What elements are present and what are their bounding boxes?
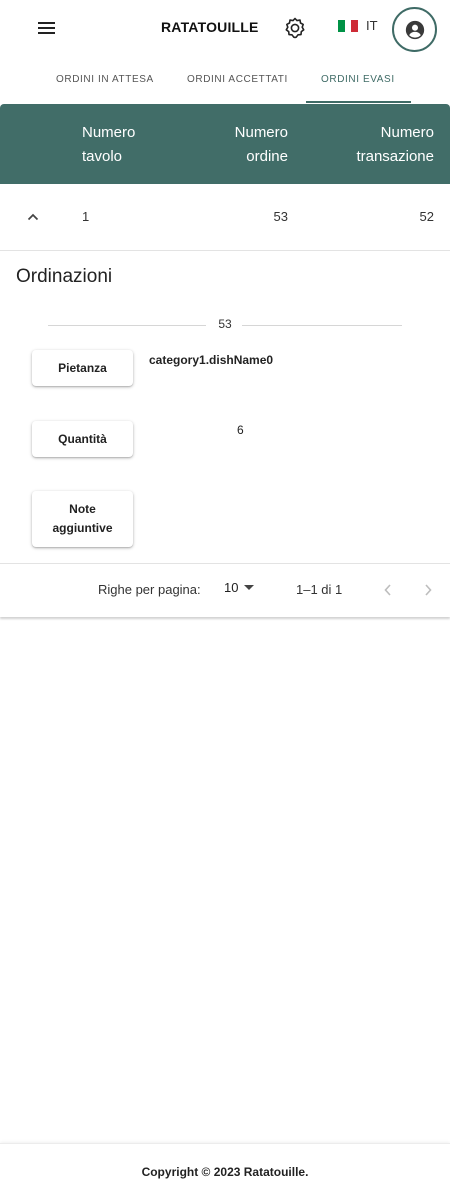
tab-ordini-evasi[interactable]: ORDINI EVASI	[321, 74, 395, 85]
chip-label-line: aggiuntive	[52, 521, 113, 535]
rows-per-page-value: 10	[224, 580, 239, 595]
table-row: 1 53 52	[0, 184, 450, 251]
cell-numero-tavolo: 1	[82, 209, 90, 224]
column-header-line: tavolo	[82, 148, 123, 165]
account-circle-icon	[405, 20, 424, 39]
language-code: IT	[366, 18, 378, 33]
order-number-divider-label: 53	[218, 317, 232, 331]
column-header-line: ordine	[246, 148, 288, 165]
flag-stripe-white	[344, 19, 352, 32]
quantita-value: 6	[237, 423, 244, 437]
cell-numero-ordine: 53	[273, 209, 288, 224]
italy-flag-icon	[338, 19, 359, 32]
note-aggiuntive-label-button[interactable]: Note aggiuntive	[32, 491, 133, 547]
column-header-line: transazione	[356, 148, 434, 165]
copyright-text: Copyright © 2023 Ratatouille.	[141, 1165, 309, 1179]
active-tab-indicator	[306, 101, 411, 103]
rows-per-page-label: Righe per pagina:	[98, 582, 201, 597]
column-header-numero-ordine[interactable]: Numero ordine	[235, 121, 288, 169]
account-button[interactable]	[392, 7, 437, 52]
quantita-label-button[interactable]: Quantità	[32, 421, 133, 457]
flag-stripe-green	[338, 19, 345, 32]
pagination-range: 1–1 di 1	[296, 582, 343, 597]
table-pagination: Righe per pagina: 10 1–1 di 1	[0, 563, 450, 617]
pietanza-label-button[interactable]: Pietanza	[32, 350, 133, 386]
next-page-chevron-right-icon[interactable]	[421, 582, 435, 598]
divider-line-left	[48, 325, 206, 326]
tab-ordini-in-attesa[interactable]: ORDINI IN ATTESA	[56, 74, 154, 85]
chip-label: Pietanza	[58, 360, 107, 375]
chip-label: Quantità	[58, 431, 107, 446]
previous-page-chevron-left-icon[interactable]	[381, 582, 395, 598]
divider-line-right	[242, 325, 402, 326]
app-header: RATATOUILLE IT	[0, 0, 450, 56]
app-title: RATATOUILLE	[161, 19, 259, 35]
cell-numero-transazione: 52	[419, 209, 434, 224]
flag-stripe-red	[351, 19, 359, 32]
page-footer: Copyright © 2023 Ratatouille.	[0, 1143, 450, 1200]
pietanza-value: category1.dishName0	[149, 353, 274, 367]
tab-ordini-accettati[interactable]: ORDINI ACCETTATI	[187, 74, 288, 85]
column-header-line: Numero	[82, 124, 136, 141]
language-selector[interactable]: IT	[338, 18, 378, 33]
gear-icon[interactable]	[283, 16, 307, 40]
column-header-numero-tavolo[interactable]: Numero tavolo	[82, 121, 135, 169]
order-status-tabs: ORDINI IN ATTESA ORDINI ACCETTATI ORDINI…	[0, 64, 450, 104]
column-header-line: Numero	[380, 124, 434, 141]
hamburger-menu-icon[interactable]	[37, 20, 57, 36]
dropdown-arrow-icon	[244, 585, 255, 590]
ordinazioni-title: Ordinazioni	[16, 266, 113, 287]
chip-label-line: Note	[69, 502, 96, 516]
column-header-line: Numero	[234, 124, 288, 141]
collapse-row-chevron-up-icon[interactable]	[26, 210, 40, 224]
rows-per-page-select[interactable]: 10	[224, 580, 255, 595]
table-header: Numero tavolo Numero ordine Numero trans…	[0, 104, 450, 184]
column-header-numero-transazione[interactable]: Numero transazione	[356, 121, 434, 169]
